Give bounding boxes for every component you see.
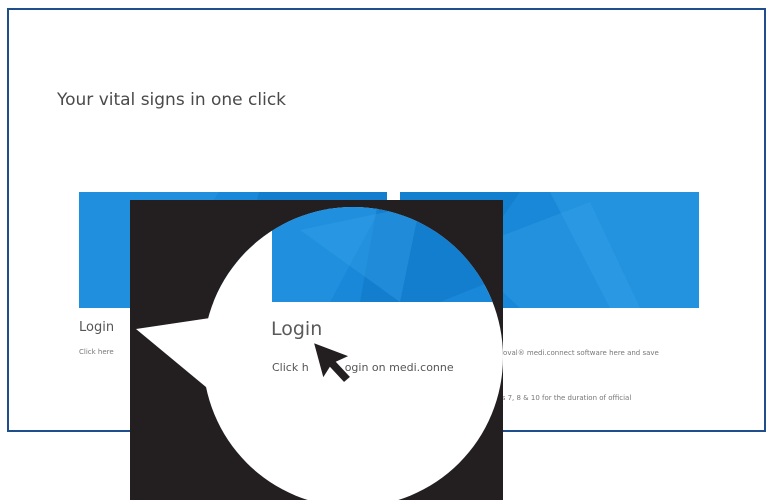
magnified-login-title[interactable]: Login: [271, 318, 322, 340]
magnifier-overlay: [130, 200, 503, 500]
download-card-description-line2: ws 7, 8 & 10 for the duration of officia…: [496, 394, 632, 402]
page-heading: Your vital signs in one click: [57, 90, 287, 110]
magnified-description-start: Click h: [272, 361, 309, 374]
magnified-description-end: ogin on medi.conne: [344, 361, 454, 374]
download-card-description-line1: eroval® medi.connect software here and s…: [496, 349, 659, 357]
login-card-description: Click here: [79, 348, 114, 356]
magnified-login-description: Click h ogin on medi.conne: [272, 361, 454, 374]
login-card-title[interactable]: Login: [79, 320, 114, 335]
